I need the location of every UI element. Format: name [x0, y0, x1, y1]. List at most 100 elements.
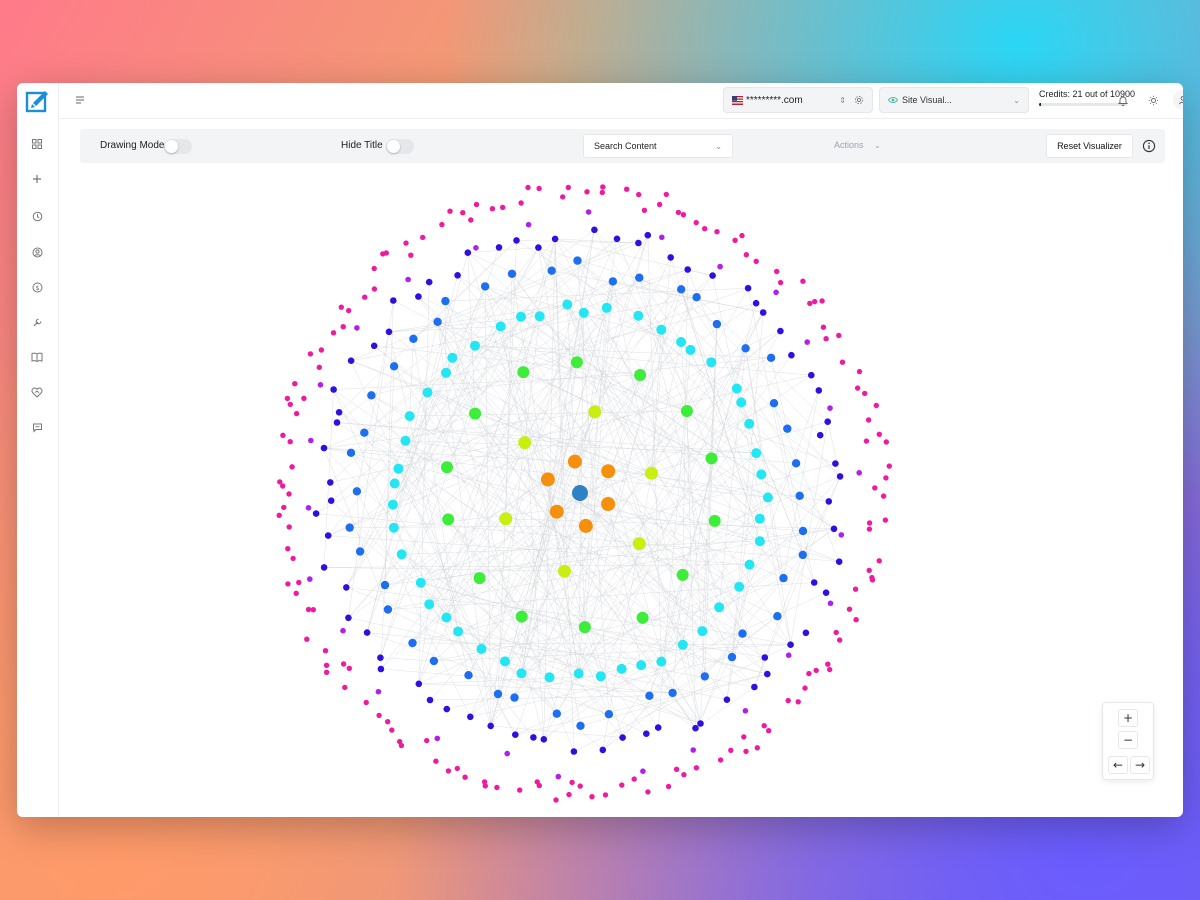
- actions-menu[interactable]: Actions ⌄: [834, 140, 881, 150]
- graph-node[interactable]: [825, 661, 831, 667]
- graph-node[interactable]: [362, 294, 368, 300]
- graph-node[interactable]: [540, 736, 548, 743]
- graph-node[interactable]: [355, 547, 365, 556]
- graph-node[interactable]: [338, 304, 344, 310]
- graph-node[interactable]: [493, 689, 503, 699]
- graph-node[interactable]: [500, 656, 510, 667]
- graph-node[interactable]: [443, 705, 451, 713]
- graph-node[interactable]: [544, 672, 555, 683]
- graph-node[interactable]: [807, 300, 813, 307]
- graph-node[interactable]: [819, 298, 825, 304]
- gear-icon[interactable]: [854, 95, 864, 105]
- graph-node[interactable]: [433, 758, 439, 764]
- graph-node[interactable]: [570, 748, 578, 755]
- graph-node[interactable]: [525, 184, 531, 191]
- graph-node[interactable]: [680, 212, 687, 218]
- graph-node[interactable]: [743, 252, 749, 258]
- graph-node[interactable]: [387, 499, 398, 510]
- graph-node[interactable]: [752, 299, 760, 307]
- graph-node[interactable]: [886, 463, 892, 469]
- graph-node[interactable]: [512, 731, 519, 738]
- graph-node[interactable]: [865, 417, 872, 423]
- graph-node[interactable]: [764, 670, 771, 678]
- graph-node[interactable]: [310, 607, 316, 613]
- book-icon[interactable]: [30, 350, 44, 364]
- graph-node[interactable]: [284, 395, 291, 402]
- graph-node[interactable]: [693, 219, 699, 226]
- graph-node[interactable]: [318, 347, 325, 353]
- graph-node[interactable]: [588, 405, 602, 419]
- graph-node[interactable]: [779, 573, 788, 583]
- graph-node[interactable]: [728, 747, 734, 753]
- graph-node[interactable]: [370, 342, 378, 350]
- graph-node[interactable]: [293, 590, 299, 596]
- graph-node[interactable]: [838, 532, 845, 538]
- graph-node[interactable]: [426, 696, 434, 704]
- graph-node[interactable]: [578, 621, 591, 634]
- graph-node[interactable]: [445, 768, 452, 774]
- graph-node[interactable]: [798, 526, 808, 536]
- graph-node[interactable]: [777, 327, 784, 335]
- graph-node[interactable]: [880, 493, 887, 499]
- graph-node[interactable]: [389, 362, 399, 371]
- graph-node[interactable]: [441, 612, 452, 623]
- graph-node[interactable]: [323, 669, 330, 675]
- graph-node[interactable]: [276, 512, 282, 518]
- graph-node[interactable]: [636, 660, 647, 671]
- graph-node[interactable]: [429, 656, 439, 666]
- graph-node[interactable]: [774, 268, 780, 275]
- graph-node[interactable]: [759, 309, 767, 316]
- graph-node[interactable]: [741, 344, 750, 353]
- graph-node[interactable]: [667, 254, 674, 261]
- graph-node[interactable]: [345, 523, 354, 532]
- graph-node[interactable]: [280, 432, 286, 438]
- graph-node[interactable]: [553, 797, 559, 803]
- graph-node[interactable]: [569, 779, 575, 786]
- graph-node[interactable]: [380, 251, 386, 257]
- graph-node[interactable]: [547, 266, 556, 275]
- logo[interactable]: [25, 89, 49, 113]
- graph-node[interactable]: [783, 424, 792, 433]
- graph-node[interactable]: [287, 401, 293, 408]
- graph-node[interactable]: [732, 237, 738, 243]
- dollar-icon[interactable]: $: [30, 280, 44, 294]
- drawing-mode-toggle[interactable]: [164, 139, 192, 154]
- graph-node[interactable]: [460, 210, 466, 216]
- graph-node[interactable]: [567, 454, 582, 469]
- graph-node[interactable]: [518, 200, 524, 206]
- graph-node[interactable]: [754, 536, 765, 547]
- graph-node[interactable]: [808, 371, 815, 379]
- graph-node[interactable]: [500, 204, 506, 211]
- graph-node[interactable]: [376, 712, 382, 719]
- graph-node[interactable]: [599, 746, 607, 754]
- graph-node[interactable]: [516, 668, 527, 679]
- graph-node[interactable]: [738, 629, 747, 638]
- graph-node[interactable]: [441, 296, 450, 306]
- graph-node[interactable]: [602, 792, 609, 798]
- graph-node[interactable]: [643, 730, 650, 737]
- graph-node[interactable]: [442, 513, 455, 526]
- graph-node[interactable]: [530, 734, 537, 741]
- graph-node[interactable]: [882, 517, 889, 523]
- graph-node[interactable]: [499, 512, 513, 526]
- graph-node[interactable]: [424, 599, 435, 610]
- graph-node[interactable]: [296, 579, 302, 586]
- graph-node[interactable]: [534, 311, 545, 322]
- graph-node[interactable]: [665, 783, 672, 790]
- graph-node[interactable]: [578, 518, 593, 533]
- graph-node[interactable]: [773, 612, 782, 621]
- graph-node[interactable]: [697, 626, 708, 637]
- graph-node[interactable]: [510, 693, 519, 702]
- graph-node[interactable]: [433, 317, 442, 326]
- graph-node[interactable]: [856, 368, 863, 375]
- graph-node[interactable]: [470, 340, 480, 351]
- graph-node[interactable]: [743, 748, 749, 755]
- info-icon[interactable]: [1142, 139, 1156, 153]
- graph-node[interactable]: [301, 395, 307, 401]
- graph-node[interactable]: [481, 779, 488, 785]
- graph-node[interactable]: [304, 636, 310, 642]
- graph-node[interactable]: [613, 235, 621, 243]
- graph-node[interactable]: [680, 405, 693, 417]
- graph-node[interactable]: [866, 567, 872, 574]
- graph-node[interactable]: [518, 436, 532, 450]
